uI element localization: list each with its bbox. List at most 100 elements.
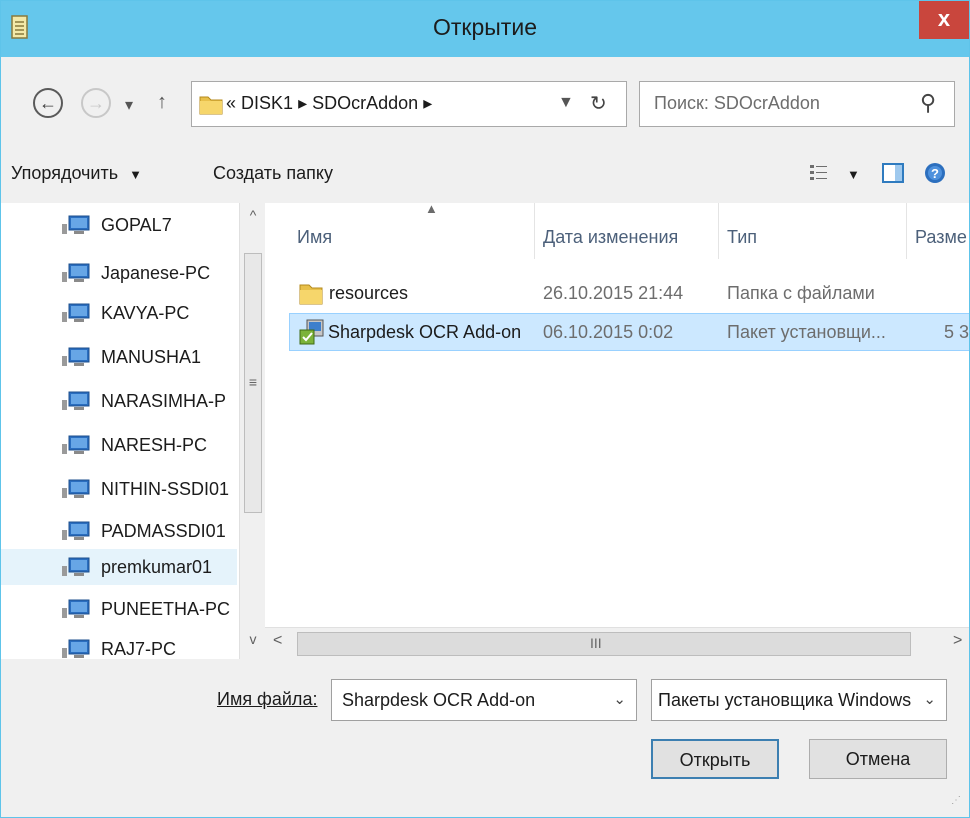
file-size: 5 3 [944,322,970,342]
dialog-footer: Имя файла: Sharpdesk OCR Add-on ⌄ Пакеты… [1,659,969,817]
column-header-name[interactable]: ▲ Имя [289,201,535,259]
tree-item-label: PUNEETHA-PC [101,599,231,619]
computer-icon [62,435,90,454]
cancel-button[interactable]: Отмена [809,739,947,779]
refresh-icon[interactable]: ↻ [590,91,607,116]
command-toolbar: Упорядочить ▼ Создать папку ▼ ? [1,139,969,203]
tree-item-padmassdi01[interactable]: PADMASSDI01 [61,513,237,549]
tree-item-label: NARESH-PC [101,435,208,455]
scroll-thumb[interactable]: III [297,632,911,656]
file-date: 06.10.2015 0:02 [543,322,674,342]
address-separator[interactable]: ▸ [298,93,307,113]
filename-input[interactable]: Sharpdesk OCR Add-on ⌄ [331,679,637,721]
back-button[interactable]: ← [33,88,63,118]
scroll-down-button[interactable]: v [240,631,266,657]
tree-item-gopal7[interactable]: GOPAL7 [61,207,237,243]
tree-item-naresh-pc[interactable]: NARESH-PC [61,427,237,463]
filetype-value: Пакеты установщика Windows [658,690,912,710]
svg-text:?: ? [931,166,939,181]
address-history-dropdown[interactable]: ▼ [558,94,574,112]
tree-item-label: KAVYA-PC [101,303,190,323]
file-list-horizontal-scrollbar[interactable]: < III > [265,627,969,660]
title-bar: Открытие x [1,1,969,57]
tree-item-label: premkumar01 [101,557,213,577]
address-segment-sdocraddon[interactable]: SDOcrAddon [312,93,418,113]
search-icon[interactable]: ⚲ [920,90,936,116]
address-segment-disk1[interactable]: DISK1 [241,93,293,113]
computer-icon [62,599,90,618]
tree-item-kavya-pc[interactable]: KAVYA-PC [61,295,237,331]
address-separator[interactable]: ▸ [423,93,432,113]
file-type: Папка с файлами [727,283,875,303]
navigation-pane[interactable]: GOPAL7 Japanese-PC KAVYA-PC MANUSHA1 NAR… [1,203,266,659]
computer-icon [62,521,90,540]
folder-icon [199,96,223,115]
computer-icon [62,479,90,498]
chevron-down-icon[interactable]: ⌄ [919,690,936,708]
tree-item-label: NITHIN-SSDI01 [101,479,230,499]
address-bar[interactable]: « DISK1 ▸ SDOcrAddon ▸ ▼ ↻ [191,81,627,127]
tree-item-puneetha-pc[interactable]: PUNEETHA-PC [61,591,237,627]
address-overflow-chevron[interactable]: « [226,93,236,113]
computer-icon [62,347,90,366]
close-button[interactable]: x [919,1,969,39]
search-placeholder: Поиск: SDOcrAddon [654,93,820,113]
column-header-label: Дата изменения [543,227,679,247]
view-dropdown[interactable]: ▼ [847,167,860,182]
chevron-down-icon: ▼ [129,167,143,182]
window-title: Открытие [433,14,537,40]
tree-item-manusha1[interactable]: MANUSHA1 [61,339,237,375]
file-date: 26.10.2015 21:44 [543,283,684,303]
computer-icon [62,263,90,282]
computer-icon [62,391,90,410]
installer-package-icon [299,319,324,345]
column-header-size[interactable]: Разме [907,203,969,259]
forward-button[interactable]: → [81,88,111,118]
column-header-type[interactable]: Тип [719,203,907,259]
scroll-grip-icon: III [590,635,602,651]
column-header-label: Имя [297,227,333,247]
open-button[interactable]: Открыть [651,739,779,779]
up-button[interactable]: ↑ [157,91,167,114]
new-folder-button[interactable]: Создать папку [213,163,333,184]
help-icon[interactable]: ? [923,161,947,185]
computer-icon [62,639,90,658]
resize-grip-icon[interactable]: ⋰ [951,795,961,806]
tree-item-nithin-ssdi01[interactable]: NITHIN-SSDI01 [61,471,237,507]
sort-ascending-icon: ▲ [425,201,438,216]
file-name: resources [329,283,409,303]
organize-menu[interactable]: Упорядочить ▼ [11,163,142,184]
file-list[interactable]: ▲ Имя Дата изменения Тип Разме resources… [265,201,970,660]
computer-icon [62,303,90,322]
tree-item-japanese-pc[interactable]: Japanese-PC [61,255,237,291]
tree-item-premkumar01[interactable]: premkumar01 [1,549,237,585]
navigation-pane-scrollbar[interactable]: ^ ≡ v [239,203,266,659]
filename-label: Имя файла: [217,689,318,709]
scroll-thumb[interactable]: ≡ [244,253,262,513]
file-row-resources[interactable]: resources 26.10.2015 21:44 Папка с файла… [289,275,969,313]
recent-locations-dropdown[interactable]: ▾ [125,95,133,115]
file-row-sharpdesk-ocr-addon[interactable]: Sharpdesk OCR Add-on 06.10.2015 0:02 Пак… [289,313,970,351]
tree-item-narasimha-p[interactable]: NARASIMHA-P [61,383,237,419]
tree-item-label: RAJ7-PC [101,639,177,659]
column-header-date[interactable]: Дата изменения [535,203,719,259]
preview-pane-icon[interactable] [881,161,905,185]
scroll-grip-icon: ≡ [248,374,258,390]
tree-item-label: GOPAL7 [101,215,172,235]
tree-item-label: MANUSHA1 [101,347,202,367]
navigation-bar: ← → ▾ ↑ « DISK1 ▸ SDOcrAddon ▸ ▼ ↻ Поиск… [1,57,969,139]
column-header-label: Тип [727,227,758,247]
open-file-dialog: Открытие x ← → ▾ ↑ « DISK1 ▸ SDOcrAddon … [0,0,970,818]
filename-value: Sharpdesk OCR Add-on [342,690,536,710]
folder-icon [299,284,323,305]
scroll-left-button[interactable]: < [273,632,282,650]
organize-label: Упорядочить [11,163,119,183]
column-header-label: Разме [915,227,967,247]
file-name: Sharpdesk OCR Add-on [328,322,522,342]
chevron-down-icon[interactable]: ⌄ [613,690,626,708]
scroll-right-button[interactable]: > [953,632,962,650]
scroll-up-button[interactable]: ^ [240,207,266,233]
view-options-icon[interactable] [809,163,829,183]
filetype-select[interactable]: Пакеты установщика Windows ⌄ [651,679,947,721]
search-input[interactable]: Поиск: SDOcrAddon ⚲ [639,81,955,127]
